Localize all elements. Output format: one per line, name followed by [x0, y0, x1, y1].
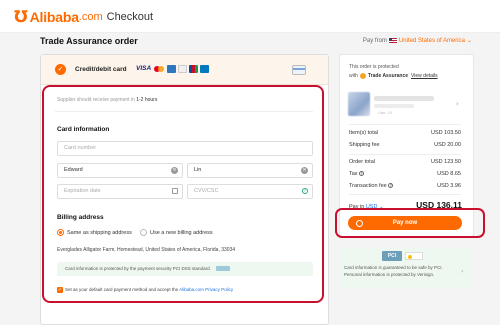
security-text: Card information is guaranteed to be saf…: [344, 265, 443, 277]
pay-button-highlight: [335, 208, 485, 238]
alibaba-logo[interactable]: ℧ Alibaba .com Checkout: [14, 7, 153, 26]
clear-icon[interactable]: ×: [171, 167, 178, 174]
us-flag-icon: [388, 38, 397, 43]
payment-time-notice: Supplier should receive payment in 1-2 h…: [57, 97, 158, 103]
chevron-right-icon[interactable]: ›: [456, 100, 459, 108]
shipping-fee-row: Shipping fee USD 20.00: [349, 142, 461, 148]
cvv-input[interactable]: CVV/CSC ?: [187, 184, 313, 199]
default-method-checkbox[interactable]: ✓: [57, 287, 63, 293]
items-total-row: Item(s) total USD 103.50: [349, 130, 461, 136]
product-thumbnail[interactable]: [348, 92, 370, 116]
card-brand-logos: VISA: [135, 65, 210, 73]
view-details-link[interactable]: View details: [411, 73, 438, 79]
checkout-label: Checkout: [106, 10, 154, 23]
page-title: Trade Assurance order: [40, 36, 138, 46]
billing-title: Billing address: [57, 214, 104, 221]
tax-row: Tax ? USD 8.65: [349, 171, 461, 177]
privacy-policy-link[interactable]: Alibaba.com Privacy Policy: [179, 287, 233, 292]
product-quantity: Uan: 10: [378, 110, 393, 115]
last-name-input[interactable]: Lin ×: [187, 163, 313, 178]
pci-notice: Card information is protected by the pay…: [57, 262, 313, 276]
brand-suffix: .com: [78, 10, 103, 23]
top-bar: ℧ Alibaba .com Checkout: [0, 0, 500, 33]
new-address-radio[interactable]: [140, 229, 147, 236]
pay-from-label: Pay from: [362, 37, 387, 44]
same-address-label[interactable]: Same as shipping address: [67, 230, 132, 236]
expiry-input[interactable]: Expiration date: [57, 184, 183, 199]
order-total-row: Order total USD 123.50: [349, 159, 461, 165]
pay-from-country: United States of America: [398, 37, 465, 44]
first-name-input[interactable]: Edward ×: [57, 163, 183, 178]
billing-address-text: Everglades Alligator Farm, Homestead, Un…: [57, 247, 236, 253]
jcb-icon: [189, 65, 199, 73]
discover-icon: [178, 65, 188, 73]
info-icon[interactable]: ?: [359, 171, 365, 177]
pci-badge-icon: [216, 266, 231, 272]
help-icon[interactable]: ?: [302, 188, 308, 194]
product-title-blurred: [374, 96, 434, 101]
divider: [349, 124, 461, 125]
mastercard-icon: [154, 65, 165, 73]
same-address-radio[interactable]: [57, 229, 64, 236]
card-icon: [292, 65, 306, 75]
chevron-right-icon[interactable]: ›: [461, 268, 463, 275]
divider: [55, 111, 313, 112]
product-subtitle-blurred: [374, 104, 414, 108]
pci-logo: PCI: [382, 251, 402, 261]
trade-assurance-icon: [359, 73, 366, 79]
default-method-label: Set as your default card payment method …: [65, 287, 234, 292]
transaction-fee-row: Transaction fee ? USD 3.96: [349, 183, 461, 189]
payment-method-row[interactable]: ✓ Credit/debit card VISA: [41, 55, 328, 85]
clear-icon[interactable]: ×: [301, 167, 308, 174]
selected-check-icon: ✓: [55, 64, 66, 75]
amex-icon: [167, 65, 177, 73]
verisign-logo: [405, 252, 423, 260]
trade-assurance-line: with Trade Assurance View details: [349, 73, 438, 79]
payment-method-label: Credit/debit card: [75, 66, 127, 73]
card-info-title: Card information: [57, 126, 110, 133]
new-address-label[interactable]: Use a new billing address: [150, 230, 213, 236]
visa-icon: VISA: [136, 65, 152, 72]
card-number-input[interactable]: Card number: [57, 141, 313, 156]
chevron-down-icon: ⌄: [466, 38, 472, 44]
protection-line: This order is protected: [349, 64, 399, 70]
diners-icon: [200, 65, 210, 73]
calendar-icon: [172, 188, 178, 194]
alibaba-glyph-icon: ℧: [14, 7, 28, 26]
brand-name: Alibaba: [29, 8, 79, 25]
divider: [349, 194, 461, 195]
pay-from-selector[interactable]: Pay from United States of America ⌄: [362, 37, 472, 45]
divider: [349, 154, 461, 155]
info-icon[interactable]: ?: [388, 183, 394, 189]
